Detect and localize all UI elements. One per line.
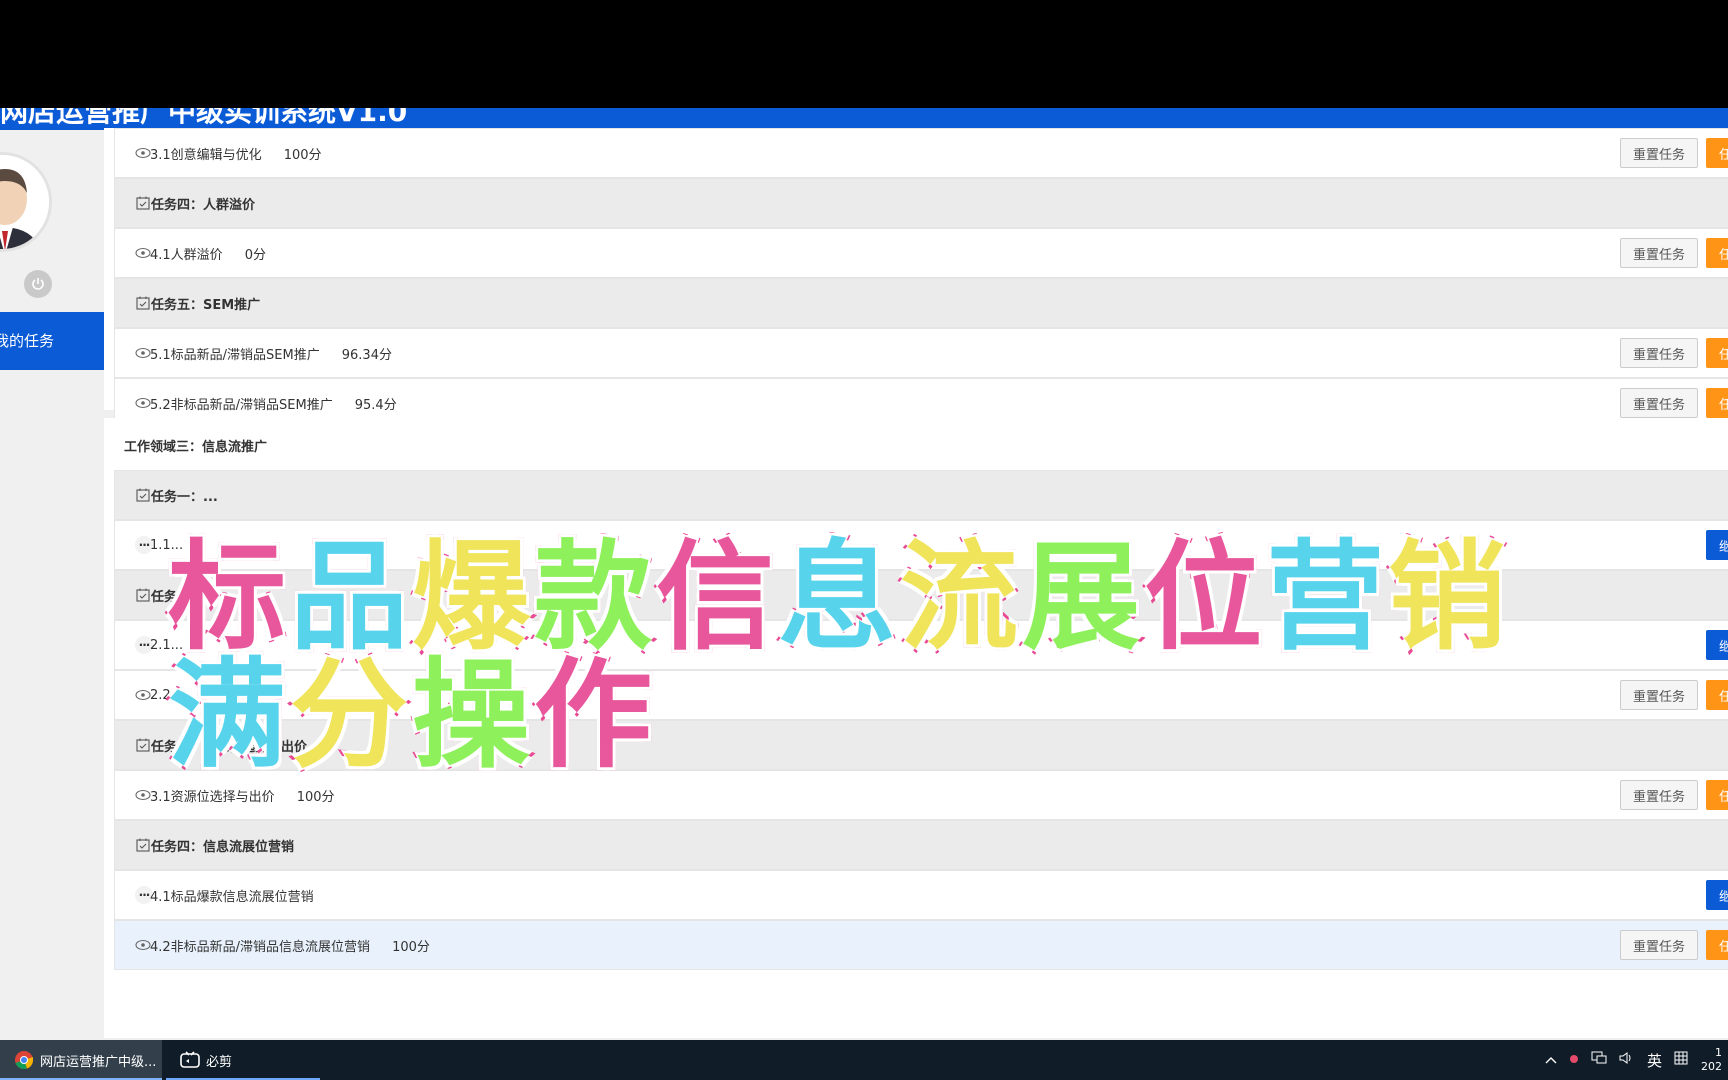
chrome-icon [15, 1051, 34, 1070]
reset-task-button[interactable]: 重置任务 [1620, 138, 1698, 168]
calendar-check-icon [136, 588, 150, 602]
enter-task-button[interactable]: 任 [1706, 780, 1728, 810]
task-group-row: 任务五：SEM推广 [114, 278, 1728, 328]
reset-task-button[interactable]: 重置任务 [1620, 388, 1698, 418]
task-score: 95.4分 [354, 397, 397, 413]
chevron-up-icon[interactable] [1545, 1053, 1557, 1068]
enter-task-button[interactable]: 任 [1706, 680, 1728, 710]
app-title: 网店运营推广中级实训系统V1.0 [0, 108, 408, 128]
eye-icon [135, 247, 151, 259]
continue-task-button[interactable]: 继 [1706, 630, 1728, 660]
os-taskbar: 网店运营推广中级... 必剪 英 1 202 [0, 1040, 1728, 1080]
sidebar-item-label: 我的任务 [0, 332, 55, 350]
enter-task-button[interactable]: 任 [1706, 930, 1728, 960]
eye-icon [135, 689, 151, 701]
network-icon[interactable] [1591, 1051, 1607, 1069]
app-window: 网店运营推广中级实训系统V1.0 我的任务 3.1创意编辑与优化 100分 重置任… [0, 108, 1728, 1040]
task-group-row: 任务一：... [114, 470, 1728, 520]
clock-date: 202 [1701, 1060, 1722, 1073]
task-label: 4.1人群溢价 [150, 247, 223, 263]
task-group-label: 任务三：资源位选择与出价 [151, 739, 308, 755]
task-group-label: 任务二：... [151, 589, 218, 605]
calendar-check-icon [136, 296, 150, 310]
work-area-title: 工作领域三：信息流推广 [124, 440, 268, 455]
task-group-row: 任务三：资源位选择与出价 [114, 720, 1728, 770]
clock-time: 1 [1715, 1046, 1722, 1059]
task-label: 1.1... [150, 537, 184, 553]
eye-icon [135, 939, 151, 951]
task-group-label: 任务四：人群溢价 [151, 197, 256, 213]
letterbox-top [0, 0, 1728, 108]
task-label: 5.2非标品新品/滞销品SEM推广 [150, 397, 333, 413]
task-group-row: 任务二：... [114, 570, 1728, 620]
avatar [0, 152, 52, 252]
reset-task-button[interactable]: 重置任务 [1620, 338, 1698, 368]
reset-task-button[interactable]: 重置任务 [1620, 680, 1698, 710]
task-label: 5.1标品新品/滞销品SEM推广 [150, 347, 320, 363]
calendar-check-icon [136, 196, 150, 210]
enter-task-button[interactable]: 任 [1706, 238, 1728, 268]
task-row: 4.2非标品新品/滞销品信息流展位营销 100分 重置任务 任 [114, 920, 1728, 970]
input-mode-icon[interactable] [1674, 1051, 1688, 1069]
task-group-label: 任务一：... [151, 489, 218, 505]
continue-task-button[interactable]: 继 [1706, 530, 1728, 560]
task-row: ··· 2.1... 继 [114, 620, 1728, 670]
clock[interactable]: 1 202 [1700, 1046, 1722, 1074]
eye-icon [135, 397, 151, 409]
reset-task-button[interactable]: 重置任务 [1620, 238, 1698, 268]
task-row: 4.1人群溢价 0分 重置任务 任 [114, 228, 1728, 278]
task-score: 0分 [244, 247, 266, 263]
eye-icon [135, 147, 151, 159]
task-score: 100分 [296, 789, 335, 805]
continue-task-button[interactable]: 继 [1706, 880, 1728, 910]
task-label: 2.2... [150, 687, 184, 703]
enter-task-button[interactable]: 任 [1706, 388, 1728, 418]
task-group-label: 任务五：SEM推广 [151, 297, 261, 313]
task-row: 5.1标品新品/滞销品SEM推广 96.34分 重置任务 任 [114, 328, 1728, 378]
eye-icon [135, 347, 151, 359]
task-row: 3.1资源位选择与出价 100分 重置任务 任 [114, 770, 1728, 820]
enter-task-button[interactable]: 任 [1706, 338, 1728, 368]
enter-task-button[interactable]: 任 [1706, 138, 1728, 168]
reset-task-button[interactable]: 重置任务 [1620, 780, 1698, 810]
task-score: 96.34分 [341, 347, 392, 363]
taskbar-item-bijian[interactable]: 必剪 [166, 1040, 320, 1080]
reset-task-button[interactable]: 重置任务 [1620, 930, 1698, 960]
calendar-check-icon [136, 738, 150, 752]
task-row: 3.1创意编辑与优化 100分 重置任务 任 [114, 128, 1728, 178]
input-language[interactable]: 英 [1647, 1050, 1662, 1071]
system-tray: 英 1 202 [1545, 1040, 1728, 1080]
taskbar-item-browser[interactable]: 网店运营推广中级... [0, 1040, 162, 1080]
calendar-check-icon [136, 488, 150, 502]
volume-icon[interactable] [1619, 1051, 1635, 1069]
record-icon[interactable] [1569, 1053, 1579, 1068]
task-group-row: 任务四：信息流展位营销 [114, 820, 1728, 870]
eye-icon [135, 789, 151, 801]
task-label: 3.1资源位选择与出价 [150, 789, 275, 805]
task-panel-1: 3.1创意编辑与优化 100分 重置任务 任 任务四：人群溢价 4.1人群溢价 0分… [104, 128, 1728, 428]
task-row: ··· 1.1... 继 [114, 520, 1728, 570]
power-icon[interactable] [24, 270, 52, 298]
task-label: 4.2非标品新品/滞销品信息流展位营销 [150, 939, 371, 955]
bijian-icon [180, 1051, 200, 1068]
task-panel-2: 工作领域三：信息流推广 任务一：... ··· 1.1... 继 任务二：...… [104, 418, 1728, 1038]
task-label: 2.1... [150, 637, 184, 653]
task-label: 3.1创意编辑与优化 [150, 147, 262, 163]
task-group-row: 任务四：人群溢价 [114, 178, 1728, 228]
calendar-check-icon [136, 838, 150, 852]
task-label: 4.1标品爆款信息流展位营销 [150, 889, 314, 905]
task-score: 100分 [283, 147, 322, 163]
task-group-label: 任务四：信息流展位营销 [151, 839, 295, 855]
task-score: 100分 [392, 939, 430, 955]
taskbar-item-label: 必剪 [206, 1054, 233, 1070]
task-row: 2.2... 重置任务 任 [114, 670, 1728, 720]
app-header: 网店运营推广中级实训系统V1.0 [0, 108, 1728, 130]
task-row: ··· 4.1标品爆款信息流展位营销 继 [114, 870, 1728, 920]
sidebar: 我的任务 [0, 130, 104, 1040]
taskbar-item-label: 网店运营推广中级... [40, 1054, 157, 1070]
sidebar-item-my-tasks[interactable]: 我的任务 [0, 312, 104, 370]
